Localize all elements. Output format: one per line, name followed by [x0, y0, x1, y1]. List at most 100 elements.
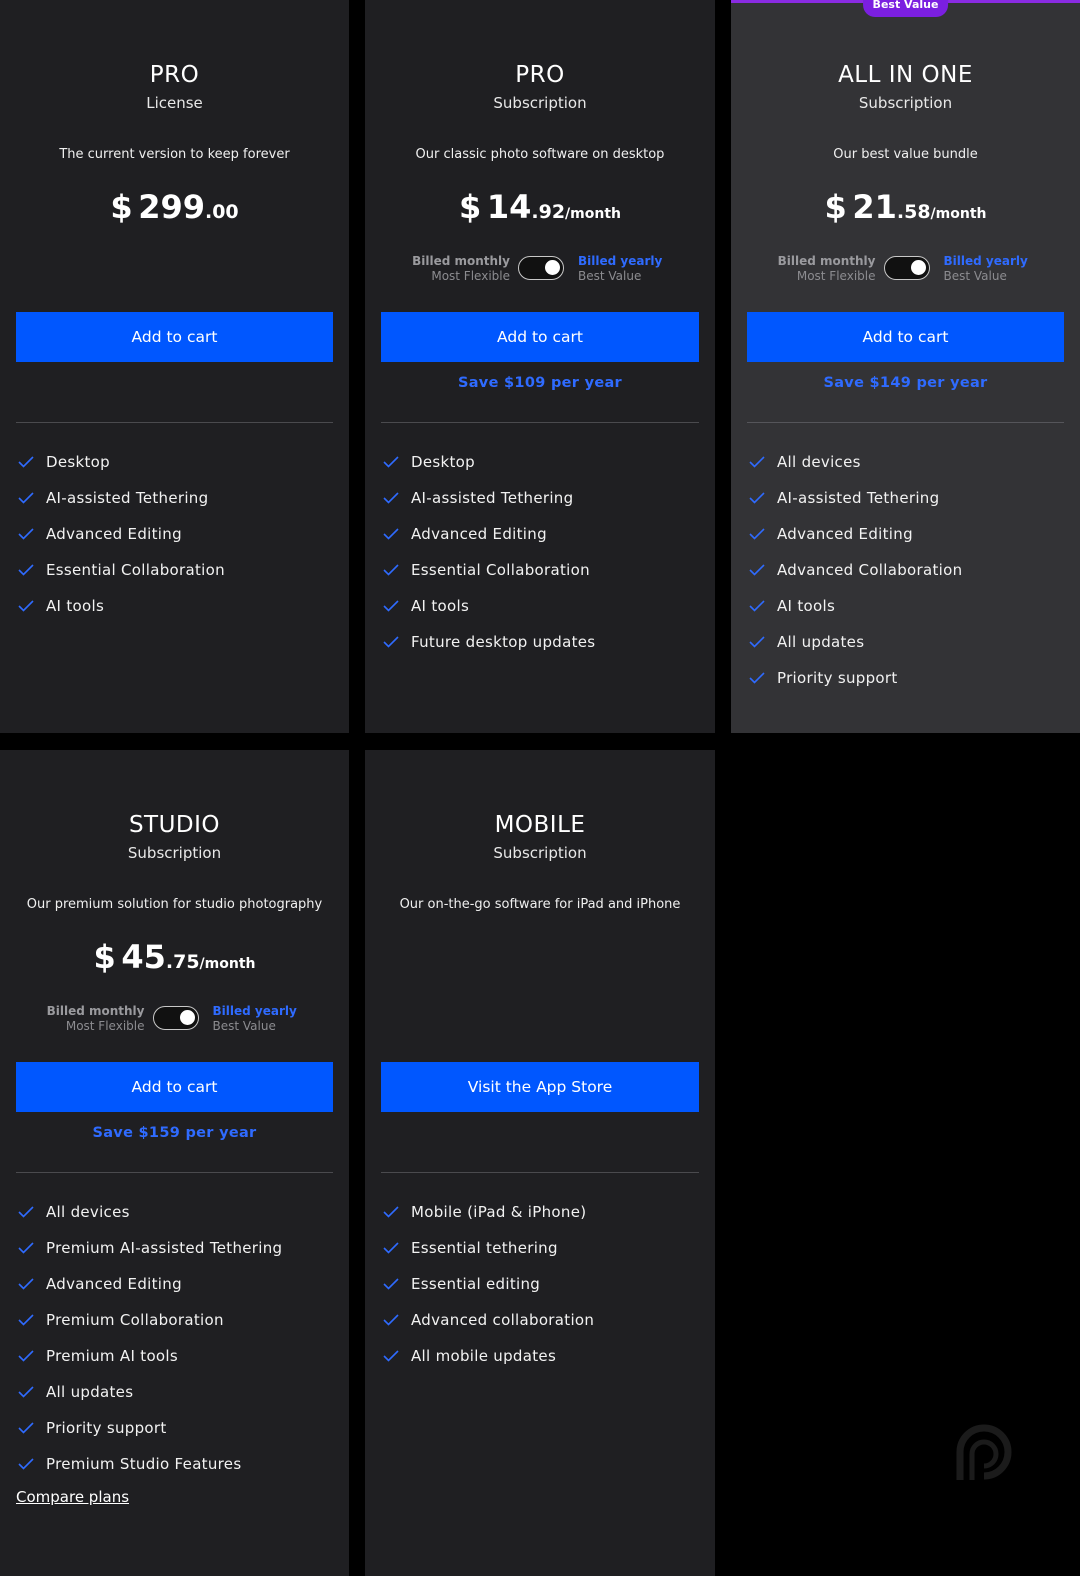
add-to-cart-button[interactable]: Add to cart — [16, 1062, 333, 1112]
feature-label: Desktop — [46, 453, 110, 471]
feature-item: Advanced Editing — [383, 516, 595, 552]
check-icon — [383, 492, 399, 504]
plan-subtitle: Subscription — [858, 94, 953, 112]
save-per-year-text: Save $159 per year — [92, 1125, 257, 1141]
check-icon — [18, 1350, 34, 1362]
price-currency: $ — [459, 188, 482, 226]
feature-label: Advanced collaboration — [411, 1311, 595, 1329]
feature-item: Essential tethering — [383, 1230, 594, 1266]
billing-toggle-group: Billed monthly Most Flexible Billed year… — [365, 254, 715, 286]
toggle-knob — [179, 1010, 195, 1025]
check-icon — [18, 1278, 34, 1290]
billed-monthly-sub: Most Flexible — [431, 269, 510, 283]
plan-subtitle: Subscription — [493, 94, 587, 112]
billed-monthly-label: Billed monthly — [412, 254, 510, 268]
check-icon — [18, 1206, 34, 1218]
check-icon — [18, 456, 34, 468]
watermark-logo-icon — [956, 1424, 1012, 1480]
feature-list: Desktop AI-assisted Tethering Advanced E… — [18, 444, 225, 624]
feature-label: AI tools — [411, 597, 470, 615]
billed-yearly-option[interactable]: Billed yearly Best Value — [944, 254, 1028, 284]
check-icon — [18, 528, 34, 540]
plan-price: $ 14.92/month — [365, 188, 715, 226]
feature-label: All devices — [777, 453, 861, 471]
feature-label: Desktop — [411, 453, 475, 471]
feature-list: All devices Premium AI-assisted Tetherin… — [18, 1194, 282, 1482]
plan-description: Our on-the-go software for iPad and iPho… — [399, 897, 681, 912]
feature-label: Priority support — [777, 669, 898, 687]
plan-description: Our best value bundle — [833, 147, 978, 162]
plan-card-studio: STUDIO Subscription Our premium solution… — [0, 750, 349, 1576]
feature-item: Essential Collaboration — [18, 552, 225, 588]
feature-label: AI-assisted Tethering — [411, 489, 574, 507]
toggle-knob — [910, 260, 926, 275]
check-icon — [749, 492, 765, 504]
compare-plans-link[interactable]: Compare plans — [16, 1488, 129, 1506]
check-icon — [749, 564, 765, 576]
check-icon — [18, 564, 34, 576]
feature-item: Advanced Editing — [18, 1266, 282, 1302]
feature-item: Advanced Collaboration — [749, 552, 962, 588]
plan-description: Our premium solution for studio photogra… — [26, 897, 323, 912]
add-to-cart-button[interactable]: Add to cart — [747, 312, 1064, 362]
add-to-cart-button[interactable]: Add to cart — [381, 312, 699, 362]
billed-yearly-option[interactable]: Billed yearly Best Value — [213, 1004, 297, 1034]
feature-label: Priority support — [46, 1419, 167, 1437]
best-value-ribbon: Best Value — [862, 0, 949, 17]
billing-toggle[interactable] — [883, 256, 930, 280]
feature-label: Essential Collaboration — [46, 561, 225, 579]
feature-item: Desktop — [383, 444, 595, 480]
feature-label: Premium Studio Features — [46, 1455, 242, 1473]
check-icon — [383, 1314, 399, 1326]
check-icon — [18, 600, 34, 612]
plan-title: PRO — [149, 62, 200, 88]
feature-label: All mobile updates — [411, 1347, 557, 1365]
price-decimal: .75 — [165, 951, 200, 973]
feature-item: Future desktop updates — [383, 624, 595, 660]
plan-card-all-in-one: Best Value ALL IN ONE Subscription Our b… — [731, 0, 1080, 733]
feature-label: Advanced Editing — [411, 525, 547, 543]
check-icon — [18, 1422, 34, 1434]
divider — [747, 422, 1064, 423]
feature-label: Advanced Editing — [46, 525, 182, 543]
billed-monthly-option[interactable]: Billed monthly Most Flexible — [47, 1004, 145, 1034]
price-integer: 21 — [852, 188, 897, 226]
feature-item: All devices — [749, 444, 962, 480]
feature-label: Premium AI tools — [46, 1347, 178, 1365]
price-currency: $ — [824, 188, 847, 226]
check-icon — [383, 456, 399, 468]
feature-item: AI tools — [749, 588, 962, 624]
plan-subtitle: License — [146, 94, 203, 112]
feature-item: All devices — [18, 1194, 282, 1230]
visit-app-store-button[interactable]: Visit the App Store — [381, 1062, 699, 1112]
check-icon — [383, 600, 399, 612]
price-currency: $ — [93, 938, 116, 976]
billing-toggle[interactable] — [518, 256, 564, 280]
check-icon — [18, 1242, 34, 1254]
plan-title: PRO — [515, 62, 565, 88]
add-to-cart-button[interactable]: Add to cart — [16, 312, 333, 362]
billed-monthly-option[interactable]: Billed monthly Most Flexible — [778, 254, 876, 284]
check-icon — [18, 1386, 34, 1398]
plan-card-pro-subscription: PRO Subscription Our classic photo softw… — [365, 0, 715, 733]
feature-list: Mobile (iPad & iPhone) Essential tetheri… — [383, 1194, 594, 1374]
feature-label: Advanced Collaboration — [777, 561, 963, 579]
feature-label: Essential tethering — [411, 1239, 558, 1257]
check-icon — [749, 636, 765, 648]
feature-label: Essential Collaboration — [411, 561, 590, 579]
feature-label: All devices — [46, 1203, 130, 1221]
divider — [381, 422, 699, 423]
feature-item: AI tools — [18, 588, 225, 624]
price-integer: 14 — [486, 188, 532, 226]
feature-label: AI tools — [46, 597, 105, 615]
price-integer: 299 — [138, 188, 205, 226]
feature-item: Premium Collaboration — [18, 1302, 282, 1338]
billing-toggle[interactable] — [152, 1006, 199, 1030]
billed-monthly-label: Billed monthly — [46, 1004, 145, 1018]
billing-toggle-group: Billed monthly Most Flexible Billed year… — [0, 1004, 349, 1036]
billed-monthly-option[interactable]: Billed monthly Most Flexible — [412, 254, 510, 284]
feature-item: AI-assisted Tethering — [18, 480, 225, 516]
billed-yearly-option[interactable]: Billed yearly Best Value — [578, 254, 662, 284]
feature-label: AI-assisted Tethering — [777, 489, 940, 507]
feature-label: Advanced Editing — [46, 1275, 182, 1293]
